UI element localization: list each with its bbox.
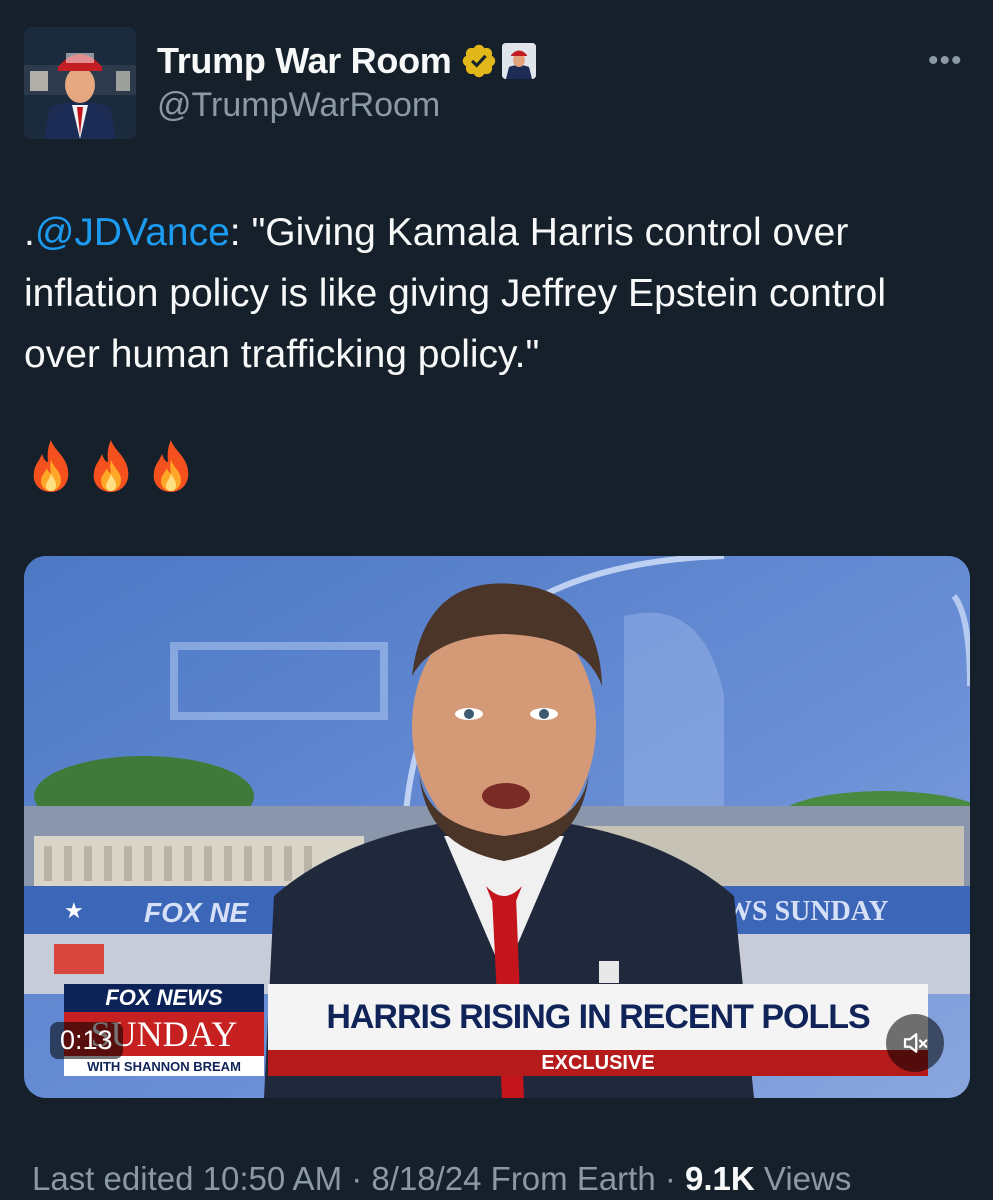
display-name[interactable]: Trump War Room xyxy=(157,40,452,82)
avatar-image xyxy=(24,27,136,139)
mention-link[interactable]: @JDVance xyxy=(35,211,230,254)
views-label: Views xyxy=(763,1160,852,1197)
mute-button[interactable] xyxy=(886,1014,944,1072)
source-label: From Earth · xyxy=(490,1160,676,1197)
edited-timestamp[interactable]: Last edited 10:50 AM · 8/18/24 xyxy=(32,1160,481,1197)
text-prefix: . xyxy=(24,211,35,254)
handle[interactable]: @TrumpWarRoom xyxy=(157,86,440,125)
gold-verified-badge-icon[interactable] xyxy=(460,42,498,80)
svg-text:★: ★ xyxy=(64,898,84,923)
tweet-text: .@JDVance: "Giving Kamala Harris control… xyxy=(24,202,964,385)
tweet-meta: Last edited 10:50 AM · 8/18/24 From Eart… xyxy=(32,1160,851,1198)
chyron-headline: HARRIS RISING IN RECENT POLLS xyxy=(268,984,928,1050)
backdrop-text-right: WS SUNDAY xyxy=(724,896,889,927)
fire-icon xyxy=(153,440,189,492)
name-line: Trump War Room xyxy=(157,38,537,84)
tweet-card: Trump War Room @TrumpWarRoom ••• .@JDVan… xyxy=(0,0,993,1200)
fire-icon xyxy=(33,440,69,492)
video-player[interactable]: ★ FOX NE WS SUNDAY FOX NEWS SUNDAY WITH xyxy=(24,556,970,1098)
network-name: FOX NEWS xyxy=(64,984,264,1012)
backdrop-text-left: FOX NE xyxy=(144,897,250,928)
more-icon[interactable]: ••• xyxy=(928,46,963,76)
views-count[interactable]: 9.1K xyxy=(685,1160,755,1197)
video-duration: 0:13 xyxy=(50,1022,123,1059)
affiliate-avatar-icon[interactable] xyxy=(502,43,537,79)
avatar[interactable] xyxy=(24,27,136,139)
fire-icon xyxy=(93,440,129,492)
chyron-subheadline: EXCLUSIVE xyxy=(268,1050,928,1076)
mute-icon xyxy=(903,1033,928,1053)
network-host: WITH SHANNON BREAM xyxy=(64,1056,264,1076)
emoji-row xyxy=(28,438,194,494)
